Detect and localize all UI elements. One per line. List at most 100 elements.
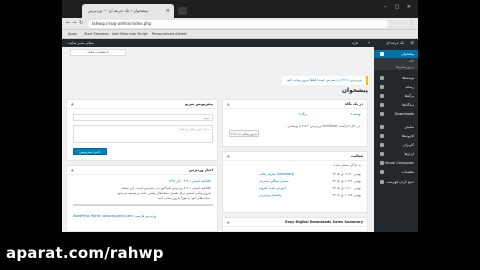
box-header[interactable]: در یک نگاه ▲: [223, 100, 367, 109]
box-title: Easy Digital Downloads Sales Summary: [285, 220, 363, 224]
news-body-line: به‌روزرسانی امنیتی برای همه‌ی نسخه‌های پ…: [117, 191, 211, 195]
posts-count-link[interactable]: ۹ نوشته: [350, 112, 361, 116]
screen-options-button[interactable]: تنظیمات صفحه ▾: [70, 49, 126, 56]
media-icon: [380, 85, 384, 89]
sidebar-item-label: ابزارها: [404, 152, 414, 156]
window-controls[interactable]: – □ ×: [384, 4, 414, 10]
sidebar-subitem-updates[interactable]: به‌روزرسانی‌ها: [374, 64, 418, 70]
new-tab-button[interactable]: [178, 7, 187, 15]
box-title: اخبار وردپرس: [188, 168, 213, 172]
sidebar-item-dashboard[interactable]: پیشخوان: [374, 50, 418, 58]
wrench-icon: [380, 152, 384, 156]
quick-draft-box: پیش‌نویس سریع ▲ عنوان به چه چیزی فکر می‌…: [66, 99, 218, 161]
toggle-arrow-icon[interactable]: ▲: [227, 152, 230, 161]
download-icon: [380, 112, 384, 116]
sales-summary-box: Easy Digital Downloads Sales Summary ▲: [222, 217, 368, 232]
reload-icon[interactable]: ↻: [79, 20, 83, 26]
activity-date: ۲۴ بهمن، ۱۰:۴۵ ق.ظ: [332, 193, 362, 197]
sidebar-item-settings[interactable]: تنظیمات: [374, 168, 418, 176]
sidebar-item-label: دیدگاه‌ها: [402, 103, 414, 107]
admin-sidebar: پیشخوان خانه به‌روزرسانی‌ها نوشته‌ها رسا…: [374, 47, 418, 232]
box-title: پیش‌نویس سریع: [184, 102, 213, 106]
toggle-arrow-icon[interactable]: ▲: [227, 218, 230, 227]
activity-subtitle: به تازگی منتشر شده: [333, 163, 361, 167]
admin-updates-count[interactable]: ۶: [368, 39, 370, 47]
sidebar-item-label: Downloads: [394, 112, 414, 116]
sidebar-collapse-menu[interactable]: جمع کردن فهرست: [374, 178, 418, 186]
wp-logo-icon[interactable]: Ⓦ: [411, 39, 415, 47]
draft-content-textarea[interactable]: به چه چیزی فکر می‌کنید؟: [73, 125, 213, 143]
news-feed-link[interactable]: WordPress Planet: www.wp-parsi.com :وردپ…: [73, 214, 156, 218]
tab-close-icon[interactable]: ×: [166, 4, 170, 18]
forward-icon[interactable]: →: [72, 20, 76, 26]
sidebar-item-label: رسانه: [405, 85, 414, 89]
activity-post-link[interactable]: آموزش نصب افزونه: [259, 186, 286, 190]
box-header[interactable]: فعالیت ▲: [223, 152, 367, 161]
back-icon[interactable]: ←: [66, 20, 70, 26]
admin-new-menu[interactable]: تازه: [352, 39, 358, 47]
activity-post-link[interactable]: راهنمای وردپرس: [259, 193, 281, 197]
toggle-arrow-icon[interactable]: ▲: [71, 100, 74, 109]
page-title: پیشخوان: [341, 87, 368, 94]
box-header[interactable]: پیش‌نویس سریع ▲: [67, 100, 217, 109]
sidebar-item-posts[interactable]: نوشته‌ها: [374, 74, 418, 82]
news-headline-link[interactable]: اطلاعیه امنیتی ۴.۹.۱ – آذر ۱۳۹۶: [168, 179, 211, 183]
activity-date: ۲۴ بهمن، ۱۱:۱۰ ق.ظ: [332, 186, 362, 190]
sidebar-item-tools[interactable]: ابزارها: [374, 150, 418, 158]
bookmark-item[interactable]: Start Sessions: [84, 30, 109, 39]
tab-title: پیشخوان ‹ تک جرعه ای — وردپرس: [88, 8, 148, 13]
sidebar-item-label: نوشته‌ها: [402, 76, 414, 80]
sidebar-item-comments[interactable]: دیدگاه‌ها: [374, 101, 418, 109]
composer-icon: [380, 161, 384, 165]
sidebar-item-plugins[interactable]: افزونه‌ها: [374, 132, 418, 140]
sidebar-item-downloads[interactable]: Downloads: [374, 110, 418, 118]
bookmark-item[interactable]: Add Selenium Script: [112, 30, 147, 39]
sidebar-item-visual-composer[interactable]: Visual Composer: [374, 159, 418, 167]
brush-icon: [380, 125, 384, 129]
watermark-text: aparat.com/rahwp: [6, 244, 164, 262]
plugin-icon: [380, 134, 384, 138]
wordpress-news-box: اخبار وردپرس ▲ اطلاعیه امنیتی ۴.۹.۱ – آذ…: [66, 165, 218, 232]
sidebar-item-label: افزونه‌ها: [401, 134, 414, 138]
browser-menu-icon[interactable]: ⋮: [409, 20, 414, 26]
toggle-arrow-icon[interactable]: ▲: [227, 100, 230, 109]
sidebar-item-label: تنظیمات: [401, 170, 414, 174]
pin-icon: [380, 76, 384, 80]
box-header[interactable]: Easy Digital Downloads Sales Summary ▲: [223, 218, 367, 227]
settings-icon: [380, 170, 384, 174]
update-notice[interactable]: وردپرس ۴.۹.۱ در دسترس است! لطفاً به‌روزر…: [282, 76, 368, 85]
toggle-arrow-icon[interactable]: ▲: [71, 166, 74, 175]
sidebar-item-label: پیشخوان: [401, 52, 414, 56]
sidebar-item-pages[interactable]: برگه‌ها: [374, 92, 418, 100]
bookmark-item[interactable]: Apps: [68, 30, 77, 39]
user-icon: [380, 143, 384, 147]
bookmark-item[interactable]: Personalized Advert: [152, 30, 187, 39]
page-icon: [380, 94, 384, 98]
sidebar-item-appearance[interactable]: نمایش: [374, 123, 418, 131]
wp-admin-bar: Ⓦ تک جرعه ای ۶ تازه سلام، مدیر سایت: [62, 39, 418, 47]
url-bar[interactable]: lahwip.ir/wp-admin/index.php: [88, 20, 388, 28]
browser-window: پیشخوان ‹ تک جرعه ای — وردپرس × – □ × ← …: [62, 0, 418, 232]
wp-version-text: وردپرس ۴.۵.۲ با پوسته‌ی Omnihost در حال …: [287, 124, 362, 128]
sidebar-item-media[interactable]: رسانه: [374, 83, 418, 91]
activity-post-link[interactable]: معرفی قالب Gutenberg: [259, 172, 294, 176]
box-header[interactable]: اخبار وردپرس ▲: [67, 166, 217, 175]
admin-site-name[interactable]: تک جرعه ای: [386, 39, 404, 47]
news-body-line: سایت‌های خود را فوراً به‌روزرسانی کنید.: [158, 196, 211, 200]
update-wordpress-button[interactable]: به‌روزرسانی به ۴.۹.۱: [229, 130, 259, 137]
collapse-icon: [380, 180, 384, 184]
address-row: ← → ↻ lahwip.ir/wp-admin/index.php ⋮: [62, 18, 418, 30]
sidebar-item-users[interactable]: کاربران: [374, 141, 418, 149]
browser-tab[interactable]: پیشخوان ‹ تک جرعه ای — وردپرس ×: [82, 4, 174, 18]
activity-post-link[interactable]: سایه‌ی سنگین مدیریت: [259, 179, 289, 183]
save-draft-button[interactable]: ذخیره پیش‌نویس: [73, 148, 107, 155]
at-a-glance-box: در یک نگاه ▲ ۹ نوشته ۶ برگه وردپرس ۴.۵.۲…: [222, 99, 368, 147]
admin-greeting[interactable]: سلام، مدیر سایت: [68, 39, 94, 47]
divider: [73, 204, 213, 206]
news-body-line: اطلاعیه امنیتی ۴.۹.۱ وردپرس هم‌اکنون در …: [121, 186, 211, 190]
dashboard-icon: [380, 52, 384, 56]
draft-title-input[interactable]: عنوان: [73, 114, 213, 121]
comment-icon: [380, 103, 384, 107]
pages-count-link[interactable]: ۶ برگه: [298, 112, 307, 116]
sidebar-item-label: نمایش: [404, 125, 414, 129]
